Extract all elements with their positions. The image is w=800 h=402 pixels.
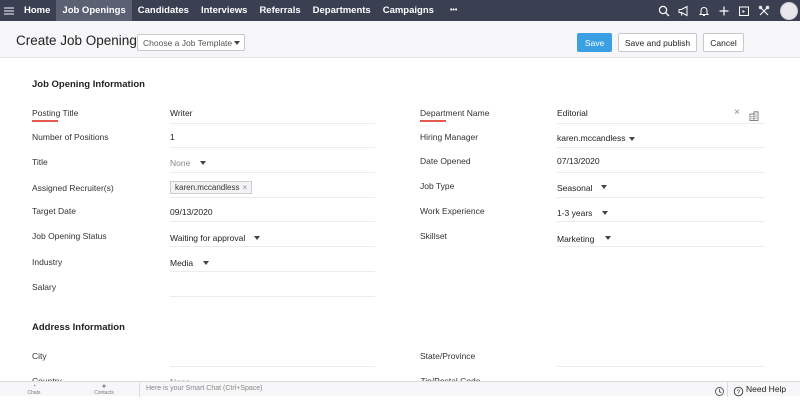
field-divider: [557, 221, 765, 222]
field-divider: [557, 197, 765, 198]
chats-label: Chats: [27, 390, 41, 396]
contacts-button[interactable]: ● Contacts: [84, 383, 124, 396]
remove-chip-icon[interactable]: ×: [242, 183, 247, 192]
smart-chat-input[interactable]: Here is your Smart Chat (Ctrl+Space): [139, 382, 699, 397]
field-divider: [170, 172, 375, 173]
label-number-of-positions: Number of Positions: [32, 132, 109, 142]
more-tabs-button[interactable]: •••: [440, 0, 467, 21]
save-and-publish-button[interactable]: Save and publish: [618, 33, 697, 52]
field-divider: [170, 296, 375, 297]
required-indicator: [32, 120, 58, 122]
industry-select[interactable]: Media: [170, 258, 193, 268]
hiring-manager-select[interactable]: karen.mccandless: [557, 133, 626, 143]
label-skillset: Skillset: [420, 231, 447, 241]
chevron-down-icon: [234, 41, 240, 45]
user-avatar[interactable]: [780, 1, 798, 20]
label-posting-title: Posting Title: [32, 108, 79, 118]
recruiter-chip[interactable]: karen.mccandless ×: [170, 181, 253, 194]
chevron-down-icon: [203, 261, 209, 265]
chats-button[interactable]: ◔ Chats: [14, 383, 54, 396]
field-divider: [170, 123, 375, 124]
title-separator: -: [126, 34, 130, 48]
help-icon[interactable]: ?: [733, 384, 744, 402]
label-target-date: Target Date: [32, 206, 76, 216]
field-divider: [170, 197, 375, 198]
hamburger-menu-icon[interactable]: [0, 0, 18, 21]
section-heading-job-opening-information: Job Opening Information: [32, 79, 145, 90]
tab-interviews[interactable]: Interviews: [195, 0, 253, 21]
job-template-select[interactable]: Choose a Job Template: [137, 34, 245, 51]
bottom-bar: ◔ Chats ● Contacts Here is your Smart Ch…: [0, 381, 800, 397]
label-state-province: State/Province: [420, 351, 476, 361]
label-job-type: Job Type: [420, 181, 455, 191]
recruiter-chip-label: karen.mccandless: [175, 183, 240, 192]
label-date-opened: Date Opened: [420, 156, 471, 166]
bell-icon[interactable]: [694, 0, 714, 21]
chevron-down-icon: [605, 236, 611, 240]
divider: [727, 382, 728, 397]
field-divider: [557, 246, 765, 247]
chevron-down-icon: [602, 211, 608, 215]
label-city: City: [32, 351, 47, 361]
number-of-positions-field[interactable]: 1: [170, 132, 175, 142]
field-divider: [557, 147, 765, 148]
tab-departments[interactable]: Departments: [307, 0, 377, 21]
megaphone-icon[interactable]: [674, 0, 694, 21]
label-title: Title: [32, 157, 48, 167]
label-department-name: Department Name: [420, 108, 490, 118]
calendar-icon[interactable]: [734, 0, 754, 21]
field-divider: [557, 172, 765, 173]
job-type-select[interactable]: Seasonal: [557, 183, 592, 193]
date-opened-field[interactable]: 07/13/2020: [557, 156, 600, 166]
work-experience-select[interactable]: 1-3 years: [557, 208, 592, 218]
need-help-button[interactable]: Need Help: [746, 384, 786, 394]
tools-icon[interactable]: [754, 0, 774, 21]
tab-referrals[interactable]: Referrals: [253, 0, 306, 21]
label-assigned-recruiters: Assigned Recruiter(s): [32, 183, 114, 193]
required-indicator: [420, 120, 446, 122]
tab-job-openings[interactable]: Job Openings: [56, 0, 132, 21]
target-date-field[interactable]: 09/13/2020: [170, 207, 213, 217]
label-hiring-manager: Hiring Manager: [420, 132, 479, 142]
save-button[interactable]: Save: [577, 33, 612, 52]
top-navigation: Home Job Openings Candidates Interviews …: [0, 0, 800, 21]
label-salary: Salary: [32, 282, 57, 292]
plus-icon[interactable]: [714, 0, 734, 21]
field-divider: [557, 123, 765, 124]
field-divider: [170, 366, 375, 367]
job-template-placeholder: Choose a Job Template: [143, 38, 233, 48]
page-title: Create Job Opening: [16, 33, 137, 48]
department-name-field[interactable]: Editorial: [557, 108, 588, 118]
search-icon[interactable]: [654, 0, 674, 21]
history-icon[interactable]: [714, 384, 725, 402]
field-divider: [170, 246, 375, 247]
chevron-down-icon: [200, 161, 206, 165]
clear-icon[interactable]: ×: [734, 107, 740, 118]
chevron-down-icon: [601, 185, 607, 189]
job-opening-status-select[interactable]: Waiting for approval: [170, 233, 245, 243]
label-job-opening-status: Job Opening Status: [32, 231, 107, 241]
chat-bubble-icon: ◔: [31, 383, 37, 390]
title-select[interactable]: None: [170, 158, 190, 168]
contacts-label: Contacts: [94, 390, 114, 396]
skillset-select[interactable]: Marketing: [557, 234, 594, 244]
tab-home[interactable]: Home: [18, 0, 56, 21]
chevron-down-icon: [254, 236, 260, 240]
cancel-button[interactable]: Cancel: [703, 33, 744, 52]
field-divider: [557, 366, 765, 367]
posting-title-field[interactable]: Writer: [170, 108, 193, 118]
tab-campaigns[interactable]: Campaigns: [377, 0, 440, 21]
tab-candidates[interactable]: Candidates: [132, 0, 195, 21]
chevron-down-icon: [629, 137, 635, 141]
svg-text:?: ?: [737, 389, 741, 396]
field-divider: [170, 271, 375, 272]
field-divider: [170, 147, 375, 148]
page-header: Create Job Opening - Choose a Job Templa…: [0, 21, 800, 58]
label-industry: Industry: [32, 257, 63, 267]
label-work-experience: Work Experience: [420, 206, 485, 216]
section-heading-address-information: Address Information: [32, 322, 125, 333]
smart-chat-placeholder: Here is your Smart Chat (Ctrl+Space): [146, 385, 263, 392]
person-icon: ●: [101, 383, 107, 390]
field-divider: [170, 221, 375, 222]
